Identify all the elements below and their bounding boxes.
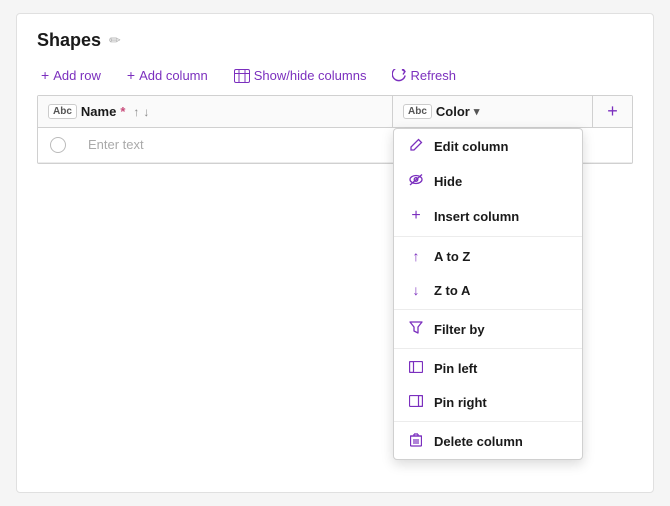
add-row-label: Add row xyxy=(53,68,101,83)
divider-2 xyxy=(394,309,582,310)
refresh-label: Refresh xyxy=(410,68,456,83)
menu-item-insert-column[interactable]: + Insert column xyxy=(394,198,582,234)
menu-item-z-to-a[interactable]: ↓ Z to A xyxy=(394,273,582,307)
menu-item-a-to-z[interactable]: ↑ A to Z xyxy=(394,239,582,273)
plus-icon-row: + xyxy=(41,67,49,83)
add-row-button[interactable]: + Add row xyxy=(37,65,105,85)
menu-label-delete-column: Delete column xyxy=(434,434,523,449)
table-area: Abc Name * ↑ ↓ Abc Color ▾ xyxy=(37,95,633,164)
z-to-a-icon: ↓ xyxy=(408,282,424,298)
menu-label-pin-left: Pin left xyxy=(434,361,477,376)
divider-4 xyxy=(394,421,582,422)
hide-icon xyxy=(408,173,424,189)
menu-item-filter-by[interactable]: Filter by xyxy=(394,312,582,346)
sort-down-icon[interactable]: ↓ xyxy=(143,105,149,119)
toolbar: + Add row + Add column Show/hide columns xyxy=(37,65,633,85)
name-badge: Abc xyxy=(48,104,77,119)
divider-1 xyxy=(394,236,582,237)
add-column-button-table[interactable]: + xyxy=(592,96,632,127)
filter-by-icon xyxy=(408,321,424,337)
name-placeholder: Enter text xyxy=(88,137,144,152)
col-name-header: Abc Name * ↑ ↓ xyxy=(38,96,393,127)
row-checkbox-area[interactable] xyxy=(38,128,78,162)
show-hide-label: Show/hide columns xyxy=(254,68,367,83)
menu-label-hide: Hide xyxy=(434,174,462,189)
menu-item-pin-right[interactable]: Pin right xyxy=(394,385,582,419)
menu-label-pin-right: Pin right xyxy=(434,395,487,410)
menu-item-hide[interactable]: Hide xyxy=(394,164,582,198)
insert-column-icon: + xyxy=(408,207,424,225)
refresh-button[interactable]: Refresh xyxy=(388,65,460,85)
divider-3 xyxy=(394,348,582,349)
row-radio[interactable] xyxy=(50,137,66,153)
edit-column-icon xyxy=(408,138,424,155)
menu-label-filter-by: Filter by xyxy=(434,322,485,337)
show-hide-button[interactable]: Show/hide columns xyxy=(230,65,371,85)
add-column-label: Add column xyxy=(139,68,208,83)
menu-label-z-to-a: Z to A xyxy=(434,283,470,298)
menu-label-insert-column: Insert column xyxy=(434,209,519,224)
col-color-header[interactable]: Abc Color ▾ Edit column xyxy=(393,96,592,127)
plus-icon-col: + xyxy=(127,67,135,83)
header-row: Shapes ✏ xyxy=(37,30,633,51)
main-card: Shapes ✏ + Add row + Add column Show/hid… xyxy=(16,13,654,493)
required-star: * xyxy=(120,104,125,119)
page-title: Shapes xyxy=(37,30,101,51)
refresh-icon xyxy=(392,67,406,83)
name-col-label: Name xyxy=(81,104,116,119)
pin-right-icon xyxy=(408,394,424,410)
color-col-label: Color xyxy=(436,104,470,119)
color-badge: Abc xyxy=(403,104,432,119)
a-to-z-icon: ↑ xyxy=(408,248,424,264)
color-chevron-icon: ▾ xyxy=(474,105,480,118)
color-dropdown-menu: Edit column Hide + xyxy=(393,128,583,460)
sort-up-icon[interactable]: ↑ xyxy=(133,105,139,119)
menu-item-edit-column[interactable]: Edit column xyxy=(394,129,582,164)
row-name-cell[interactable]: Enter text xyxy=(78,128,432,162)
delete-column-icon xyxy=(408,433,424,450)
add-column-button[interactable]: + Add column xyxy=(123,65,212,85)
table-header: Abc Name * ↑ ↓ Abc Color ▾ xyxy=(38,96,632,128)
edit-icon[interactable]: ✏ xyxy=(109,32,121,49)
menu-label-edit-column: Edit column xyxy=(434,139,508,154)
pin-left-icon xyxy=(408,360,424,376)
menu-item-pin-left[interactable]: Pin left xyxy=(394,351,582,385)
menu-item-delete-column[interactable]: Delete column xyxy=(394,424,582,459)
menu-label-a-to-z: A to Z xyxy=(434,249,470,264)
show-hide-icon xyxy=(234,67,250,83)
